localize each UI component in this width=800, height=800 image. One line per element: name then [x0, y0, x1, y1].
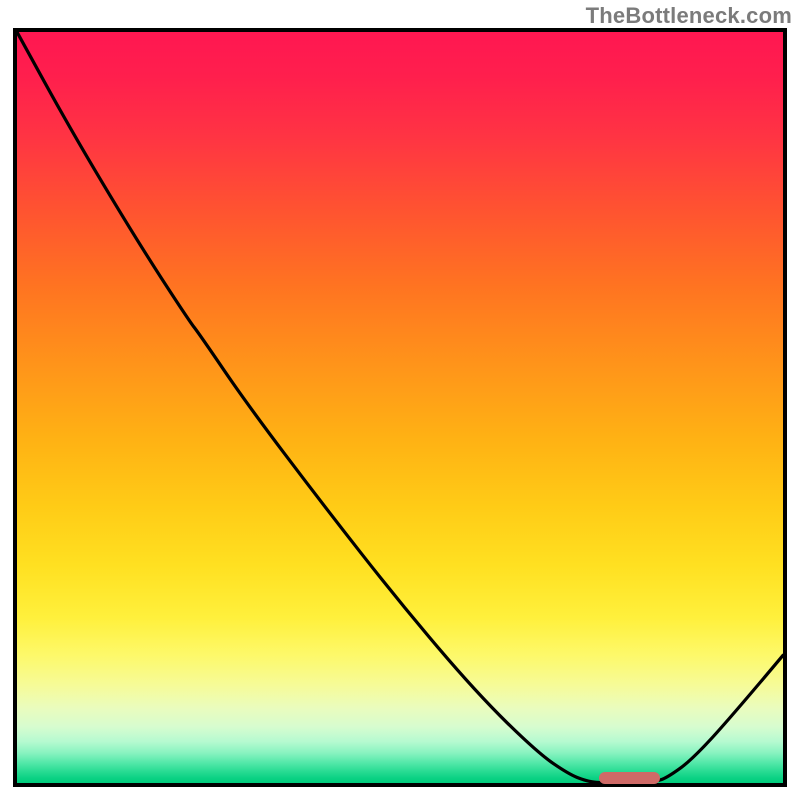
chart-frame	[13, 28, 787, 787]
chart-curve-svg	[17, 32, 783, 783]
chart-curve	[17, 32, 783, 783]
attribution-text: TheBottleneck.com	[586, 3, 792, 29]
chart-optimum-marker	[599, 772, 660, 784]
